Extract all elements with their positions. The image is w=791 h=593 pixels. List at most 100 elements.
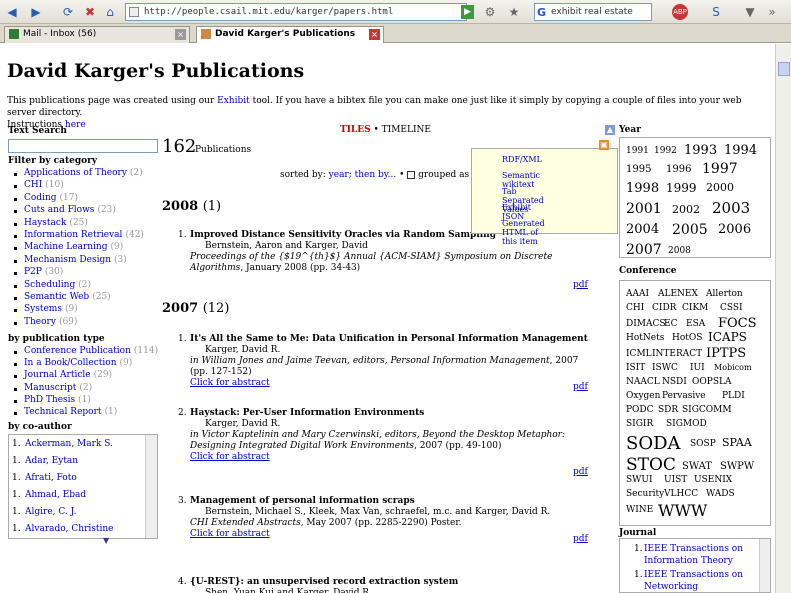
page-scrollbar[interactable] [775,44,791,593]
bookmark-icon[interactable]: ★ [506,4,522,20]
text-search-input[interactable] [8,139,158,153]
conference-cloud-item[interactable]: Mobicom [714,363,752,372]
pdf-link[interactable]: pdf [573,280,588,290]
pubtype-item[interactable]: Technical Report (1) [24,407,117,417]
coauthor-item[interactable]: 1. Algire, C. J. [9,505,143,520]
conference-cloud-item[interactable]: UIST [664,475,687,485]
conference-cloud-item[interactable]: Security [626,489,664,499]
conference-cloud-item[interactable]: USENIX [694,475,732,485]
conference-cloud-item[interactable]: HotOS [672,333,702,343]
conference-cloud-item[interactable]: CHI [626,303,644,313]
conference-cloud-item[interactable]: SPAA [722,436,752,449]
journal-item[interactable]: 1. IEEE Transactions on Information Theor… [620,543,760,567]
year-cloud-item[interactable]: 1997 [702,161,738,177]
conference-cloud-item[interactable]: OOPSLA [692,377,731,387]
home-icon[interactable]: ⌂ [102,4,118,20]
url-bar[interactable]: http://people.csail.mit.edu/karger/paper… [125,3,467,21]
conference-cloud-item[interactable]: SODA [626,433,681,454]
conference-cloud-item[interactable]: VLHCC [664,489,698,499]
category-item[interactable]: Machine Learning (9) [24,242,123,252]
exhibit-link[interactable]: Exhibit [217,96,250,106]
conference-cloud-item[interactable]: Oxygen [626,391,660,401]
search-box[interactable]: Gexhibit real estate [534,3,652,21]
conference-cloud-item[interactable]: SIGIR [626,419,653,429]
year-cloud-item[interactable]: 1995 [626,164,651,175]
category-item[interactable]: Systems (9) [24,304,78,314]
conference-cloud-item[interactable]: CSSI [720,303,743,313]
grouped-checkbox[interactable] [407,170,416,179]
year-cloud-item[interactable]: 1992 [654,146,677,156]
journal-list[interactable]: 1. IEEE Transactions on Information Theor… [619,538,771,593]
conference-cloud-item[interactable]: ICML [626,349,652,359]
coauthor-more-icon[interactable]: ▼ [103,536,109,545]
category-item[interactable]: Cuts and Flows (23) [24,205,116,215]
category-item[interactable]: CHI (10) [24,180,64,190]
back-icon[interactable]: ◀ [4,4,20,20]
category-item[interactable]: Information Retrieval (42) [24,230,144,240]
conference-cloud-item[interactable]: ISWC [652,363,678,373]
coauthor-scrollbar[interactable] [145,435,157,538]
conference-cloud-item[interactable]: NSDI [662,377,687,387]
year-cloud-item[interactable]: 2002 [672,203,700,216]
page-scroll-thumb[interactable] [778,62,790,76]
menu-icon[interactable]: ▼ [742,4,758,20]
pdf-link[interactable]: pdf [573,467,588,477]
coauthor-item[interactable]: 1. Ackerman, Mark S. [9,437,143,452]
pubtype-item[interactable]: Conference Publication (114) [24,346,158,356]
year-cloud-item[interactable]: 1998 [626,181,659,196]
conference-cloud-item[interactable]: HotNets [626,333,664,343]
conference-cloud-item[interactable]: INTERACT [652,349,702,359]
coauthor-item[interactable]: 1. Afrati, Foto [9,471,143,486]
conference-cloud-item[interactable]: ALENEX [658,289,698,299]
coauthor-item[interactable]: 1. Alvarado, Christine [9,522,143,537]
conference-cloud-item[interactable]: PLDI [722,391,745,401]
export-menu-item[interactable]: Generated HTML of this item [502,219,545,246]
conference-cloud-item[interactable]: WADS [706,489,735,499]
year-cloud-item[interactable]: 1999 [666,181,697,195]
conference-cloud-item[interactable]: FOCS [718,316,757,331]
adblock-icon[interactable]: ABP [672,4,688,20]
category-item[interactable]: Applications of Theory (2) [24,168,143,178]
year-cloud-item[interactable]: 1996 [666,164,691,175]
conference-cloud-item[interactable]: SWPW [720,461,754,472]
conference-cloud-item[interactable]: WWW [658,501,707,520]
conference-cloud-item[interactable]: NAACL [626,377,660,387]
conference-cloud-item[interactable]: IPTPS [706,346,746,361]
conference-cloud-item[interactable]: SOSP [690,439,716,449]
year-cloud-item[interactable]: 2005 [672,222,708,238]
year-cloud-item[interactable]: 1991 [626,146,649,156]
pubtype-item[interactable]: Journal Article (29) [24,370,112,380]
conference-cloud-item[interactable]: DIMACS [626,319,666,329]
export-icon[interactable]: ▣ [599,140,609,150]
reload-icon[interactable]: ⟳ [60,4,76,20]
pubtype-item[interactable]: In a Book/Collection (9) [24,358,132,368]
year-cloud-item[interactable]: 2004 [626,222,659,237]
year-cloud-item[interactable]: 2000 [706,181,734,194]
sort-link[interactable]: year; then by... [329,170,397,180]
coauthor-list[interactable]: 1. Ackerman, Mark S. 1. Adar, Eytan 1. Afrati… [8,434,158,539]
pdf-link[interactable]: pdf [573,382,588,392]
category-item[interactable]: Mechanism Design (3) [24,255,127,265]
conference-cloud-item[interactable]: SDR [658,405,678,415]
conference-cloud-item[interactable]: SWUI [626,475,653,485]
year-cloud-item[interactable]: 2003 [712,199,750,217]
collapse-icon[interactable]: ▲ [605,125,615,135]
category-item[interactable]: Coding (17) [24,193,78,203]
conference-cloud-item[interactable]: STOC [626,455,676,475]
pdf-link[interactable]: pdf [573,534,588,544]
year-cloud-item[interactable]: 1993 [684,143,717,158]
year-cloud-item[interactable]: 1994 [724,143,757,158]
tab-mail[interactable]: Mail - Inbox (56) × [4,26,190,43]
year-cloud-item[interactable]: 2006 [718,222,751,237]
journal-item[interactable]: 1. IEEE Transactions on Networking [620,569,760,592]
pubtype-item[interactable]: Manuscript (2) [24,383,92,393]
coauthor-item[interactable]: 1. Adar, Eytan [9,454,143,469]
conference-cloud-item[interactable]: PODC [626,405,654,415]
tab-publications[interactable]: David Karger's Publications × [196,26,384,43]
conference-cloud-item[interactable]: WINE [626,505,653,515]
conference-cloud-item[interactable]: CIKM [682,303,708,313]
stop-icon[interactable]: ✖ [82,4,98,20]
category-item[interactable]: Semantic Web (25) [24,292,111,302]
category-item[interactable]: Haystack (25) [24,218,88,228]
conference-cloud-item[interactable]: ESA [686,319,705,329]
